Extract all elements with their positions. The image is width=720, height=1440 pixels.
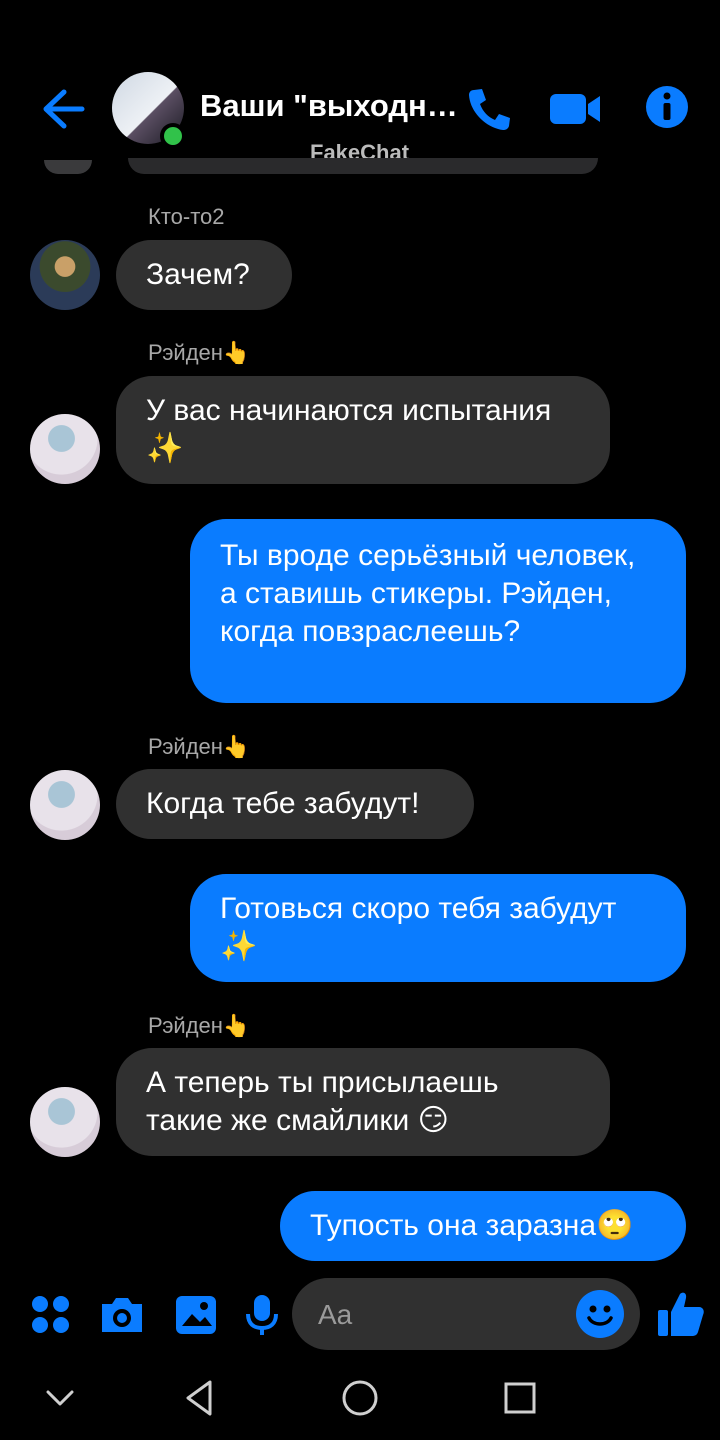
bubble-remnant — [128, 158, 598, 174]
sender-name: Рэйден👆 — [148, 734, 251, 759]
video-camera-icon[interactable] — [548, 84, 600, 134]
camera-icon[interactable] — [98, 1292, 144, 1338]
message-bubble[interactable]: А теперь ты присылаешь такие же смайлики… — [116, 1048, 610, 1156]
message-bubble[interactable]: Когда тебе забудут! — [116, 769, 474, 839]
chat-title[interactable]: Ваши "выходные" 2.0 — [200, 88, 460, 124]
apps-icon[interactable] — [28, 1292, 74, 1338]
message-bubble-outgoing[interactable]: Готовься скоро тебя забудут ✨ — [190, 874, 686, 982]
gallery-icon[interactable] — [174, 1292, 220, 1338]
avatar-remnant — [44, 160, 92, 174]
online-status-indicator — [160, 123, 186, 149]
microphone-icon[interactable] — [242, 1292, 288, 1338]
sender-name: Кто-то2 — [148, 204, 225, 229]
nav-recents-icon[interactable] — [500, 1378, 540, 1418]
phone-icon[interactable] — [464, 84, 514, 134]
message-bubble-outgoing[interactable]: Ты вроде серьёзный человек, а ставишь ст… — [190, 519, 686, 703]
smile-icon[interactable] — [576, 1290, 624, 1338]
sender-name: Рэйден👆 — [148, 1013, 251, 1038]
message-bubble[interactable]: У вас начинаются испытания ✨ — [116, 376, 610, 484]
nav-home-icon[interactable] — [340, 1378, 380, 1418]
message-bubble-outgoing[interactable]: Тупость она заразна🙄 — [280, 1191, 686, 1261]
back-arrow-icon[interactable] — [38, 84, 88, 134]
info-icon[interactable] — [644, 84, 694, 134]
nav-back-icon[interactable] — [180, 1378, 220, 1418]
thumbs-up-icon[interactable] — [656, 1288, 706, 1338]
avatar[interactable] — [30, 240, 100, 310]
sender-name: Рэйден👆 — [148, 340, 251, 365]
nav-collapse-icon[interactable] — [40, 1378, 80, 1418]
message-bubble[interactable]: Зачем? — [116, 240, 292, 310]
avatar[interactable] — [30, 414, 100, 484]
avatar[interactable] — [30, 1087, 100, 1157]
message-input[interactable] — [316, 1296, 560, 1334]
avatar[interactable] — [30, 770, 100, 840]
